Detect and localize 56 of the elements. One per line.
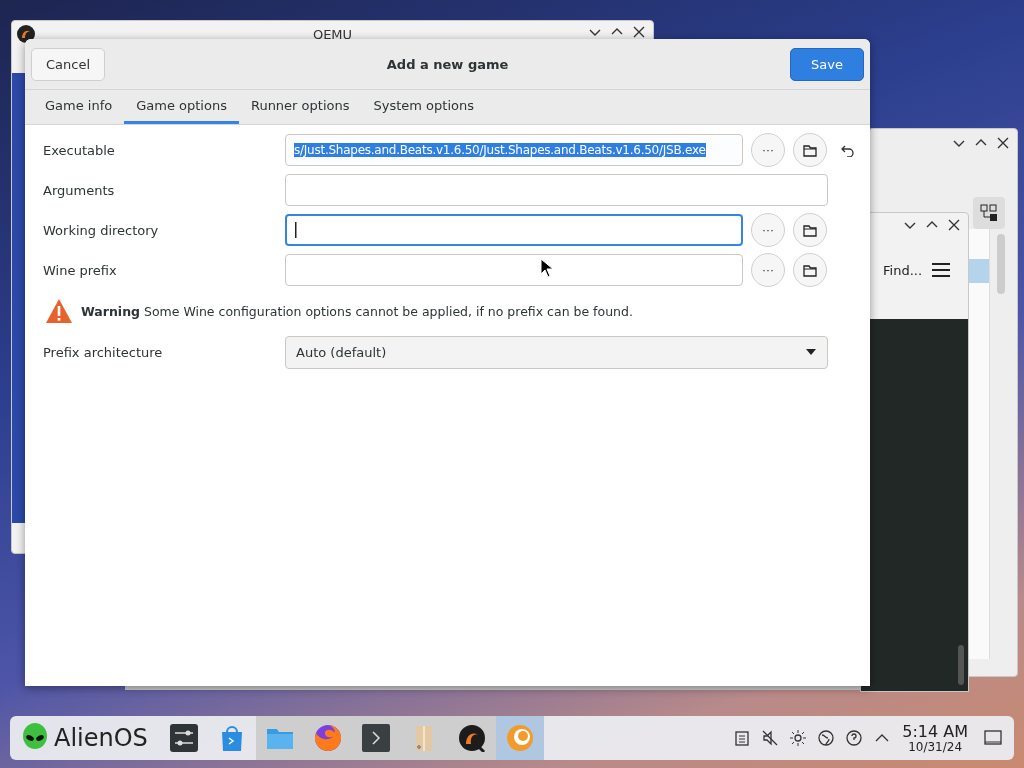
muted-speaker-icon[interactable] [762, 730, 779, 746]
window-title: QEMU [312, 26, 353, 42]
more-button[interactable]: ··· [751, 133, 785, 167]
clock-date[interactable]: 10/31/24 [908, 740, 963, 754]
clock-time[interactable]: 5:14 AM [902, 722, 968, 741]
close-icon[interactable] [633, 26, 645, 38]
field-label: Wine prefix [43, 262, 118, 278]
input-field[interactable] [285, 254, 743, 286]
network-icon[interactable] [818, 730, 835, 746]
browse-button[interactable] [793, 213, 827, 247]
scrollbar-thumb[interactable] [958, 645, 964, 685]
caret-icon [805, 348, 817, 356]
grid-icon [980, 204, 998, 222]
taskbar-item[interactable] [447, 716, 496, 760]
field-label: Executable [43, 142, 116, 158]
tab[interactable]: Game info [33, 90, 125, 124]
terminal-icon [361, 724, 390, 752]
tab[interactable]: System options [361, 90, 486, 124]
view-button[interactable] [973, 197, 1005, 229]
sliders-icon [169, 724, 198, 752]
tab[interactable]: Runner options [238, 90, 362, 124]
scrollbar-thumb[interactable] [997, 234, 1005, 294]
input-field[interactable] [285, 174, 828, 206]
tab[interactable]: Game options [124, 90, 239, 124]
folder-icon [803, 143, 817, 157]
help-icon[interactable] [846, 730, 863, 746]
folder-icon [803, 223, 817, 237]
text-cursor [295, 222, 297, 238]
launcher-label[interactable]: AlienOS [54, 724, 148, 752]
menu-icon[interactable] [932, 263, 951, 277]
field-label: Working directory [43, 222, 160, 238]
warning-message: Warning Some Wine configuration options cannot be applied, if no prefix can be found. [81, 303, 633, 319]
field-label: Prefix architecture [43, 344, 164, 360]
input-field[interactable] [285, 214, 743, 246]
more-button[interactable]: ··· [751, 253, 785, 287]
save-button[interactable]: Save [790, 47, 864, 81]
browse-button[interactable] [793, 253, 827, 287]
cancel-button[interactable]: Cancel [31, 47, 106, 81]
globe-icon [313, 724, 342, 752]
show-desktop-icon[interactable] [984, 730, 1002, 746]
clipboard-icon[interactable] [734, 730, 751, 746]
search-field[interactable]: Find... [883, 262, 923, 278]
folder-icon [803, 263, 817, 277]
dialog-title: Add a new game [386, 56, 509, 72]
dropdown[interactable]: Auto (default) [285, 335, 828, 369]
browse-button[interactable] [793, 133, 827, 167]
close-icon[interactable] [948, 219, 960, 231]
input-field[interactable]: s/Just.Shapes.and.Beats.v1.6.50/Just.Shapes.and.Beats.v1.6.50/JSB.exe [285, 134, 743, 166]
undo-icon[interactable] [841, 143, 855, 157]
mouse-pointer-icon [540, 258, 554, 278]
more-button[interactable]: ··· [751, 213, 785, 247]
field-label: Arguments [43, 182, 116, 198]
close-icon[interactable] [997, 137, 1009, 149]
brightness-icon[interactable] [790, 730, 807, 746]
warning-icon [45, 298, 73, 324]
bird-icon [457, 724, 486, 752]
